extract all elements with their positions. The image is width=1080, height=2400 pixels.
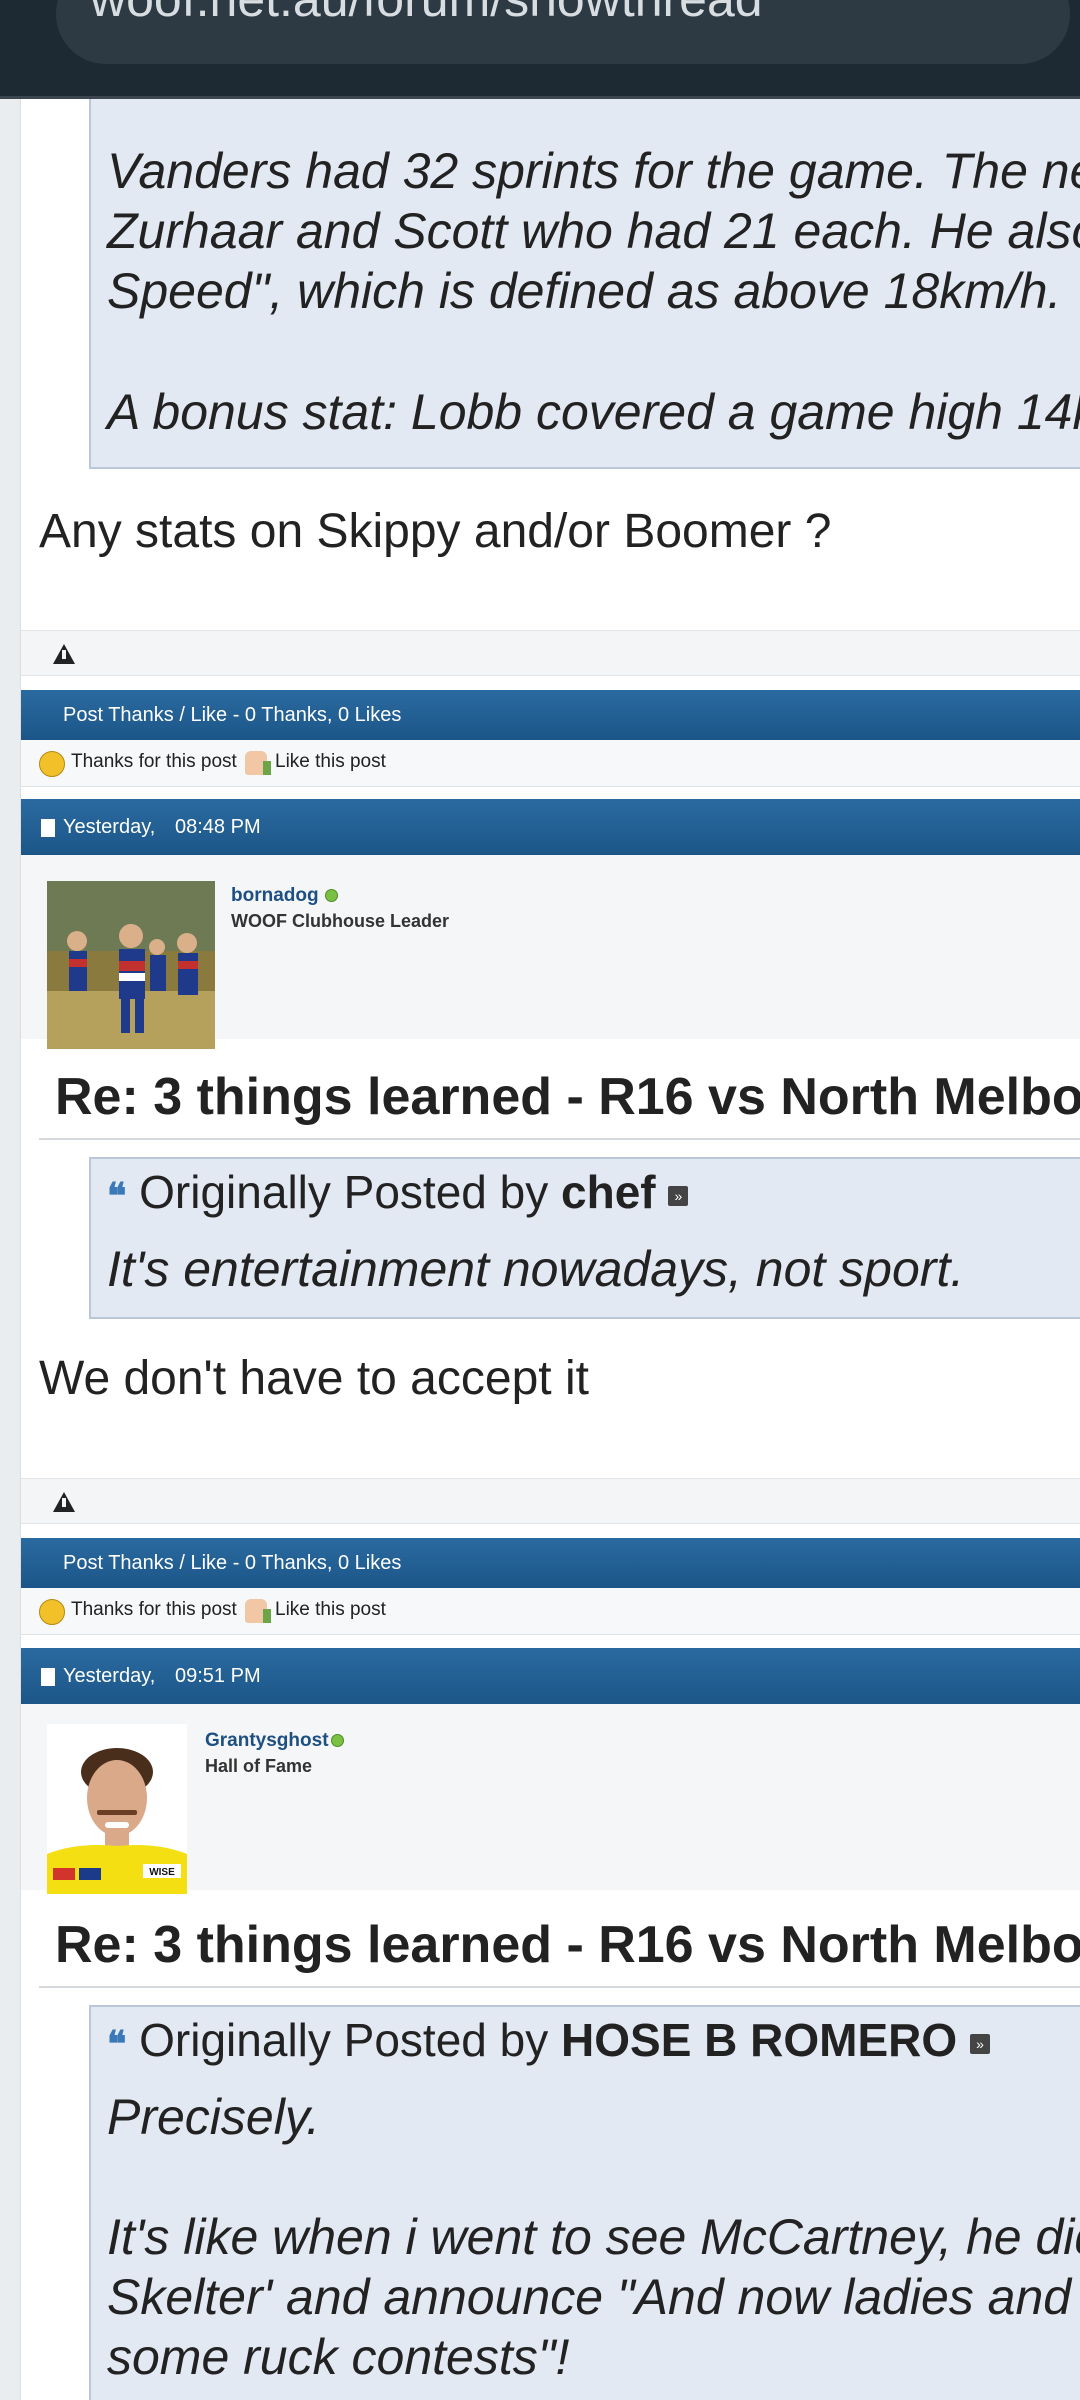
user-info: WISE Grantysghost Hall of Fame	[21, 1704, 1080, 1894]
thread-page: Vanders had 32 sprints for the game. The…	[20, 99, 1080, 2400]
quote-author: chef	[561, 1166, 656, 1218]
like-button[interactable]: Like this post	[275, 751, 386, 773]
quote-box: Vanders had 32 sprints for the game. The…	[89, 99, 1080, 469]
post-title: Re: 3 things learned - R16 vs North Melb…	[55, 1916, 1080, 1974]
post-document-icon	[41, 1668, 55, 1686]
thanks-button[interactable]: Thanks for this post	[71, 1599, 237, 1621]
post-document-icon	[41, 819, 55, 837]
avatar[interactable]	[47, 881, 215, 1049]
quote-prefix: Originally Posted by	[139, 1166, 549, 1218]
quote-attribution: ❝ Originally Posted by HOSE B ROMERO »	[107, 2013, 990, 2067]
quote-line: some ruck contests"!	[107, 2329, 570, 2385]
user-info: bornadog WOOF Clubhouse Leader	[21, 855, 1080, 1049]
thanks-actions: Thanks for this post Like this post	[21, 740, 1080, 787]
page-left-gutter	[0, 99, 20, 2400]
online-status-icon	[325, 889, 338, 902]
thanks-summary: Post Thanks / Like - 0 Thanks, 0 Likes	[63, 1552, 402, 1574]
title-divider	[39, 1986, 1080, 1988]
quote-attribution: ❝ Originally Posted by chef »	[107, 1165, 689, 1219]
post-title: Re: 3 things learned - R16 vs North Melb…	[55, 1068, 1080, 1126]
smiley-thanks-icon[interactable]	[39, 1599, 65, 1625]
username-link[interactable]: Grantysghost	[205, 1730, 329, 1752]
quote-line: A bonus stat: Lobb covered a game high 1…	[107, 384, 1080, 440]
quote-line: It's entertainment nowadays, not sport.	[107, 1241, 965, 1297]
quote-line: It's like when i went to see McCartney, …	[107, 2209, 1080, 2265]
avatar[interactable]: WISE	[47, 1724, 187, 1894]
post-time: 09:51 PM	[175, 1665, 261, 1687]
quote-line: Speed", which is defined as above 18km/h…	[107, 263, 1062, 319]
online-status-icon	[331, 1734, 344, 1747]
post-tools-strip	[21, 630, 1080, 676]
quote-line: Zurhaar and Scott who had 21 each. He al…	[107, 203, 1080, 259]
url-text[interactable]: woof.net.au/forum/showthread	[90, 0, 763, 28]
avatar-shirt-text: WISE	[149, 1867, 175, 1878]
view-post-arrow-icon[interactable]: »	[668, 1185, 689, 1206]
post-time: 08:48 PM	[175, 816, 261, 838]
warning-triangle-icon[interactable]	[53, 644, 75, 664]
post-body: We don't have to accept it	[39, 1352, 589, 1405]
post-tools-strip	[21, 1478, 1080, 1524]
view-post-arrow-icon[interactable]: »	[969, 2033, 990, 2054]
thumbs-up-icon[interactable]	[245, 1599, 271, 1623]
thanks-summary: Post Thanks / Like - 0 Thanks, 0 Likes	[63, 704, 402, 726]
user-title: WOOF Clubhouse Leader	[231, 911, 450, 931]
warning-triangle-icon[interactable]	[53, 1492, 75, 1512]
quote-line: Skelter' and announce "And now ladies an…	[107, 2269, 1080, 2325]
quote-line: Precisely.	[107, 2089, 321, 2145]
post-date-bar: Yesterday, 08:48 PM	[21, 799, 1080, 855]
quote-box: ❝ Originally Posted by chef » It's enter…	[89, 1157, 1080, 1319]
title-divider	[39, 1138, 1080, 1140]
post-thanks-header: Post Thanks / Like - 0 Thanks, 0 Likes	[21, 690, 1080, 740]
post-date: Yesterday,	[63, 816, 156, 838]
smiley-thanks-icon[interactable]	[39, 751, 65, 777]
browser-toolbar: woof.net.au/forum/showthread	[0, 0, 1080, 99]
post-date-bar: Yesterday, 09:51 PM	[21, 1648, 1080, 1704]
thanks-actions: Thanks for this post Like this post	[21, 1588, 1080, 1635]
thanks-button[interactable]: Thanks for this post	[71, 751, 237, 773]
quote-line: Vanders had 32 sprints for the game. The…	[107, 143, 1080, 199]
quote-box: ❝ Originally Posted by HOSE B ROMERO » P…	[89, 2005, 1080, 2400]
quote-author: HOSE B ROMERO	[561, 2014, 958, 2066]
quote-prefix: Originally Posted by	[139, 2014, 549, 2066]
post-thanks-header: Post Thanks / Like - 0 Thanks, 0 Likes	[21, 1538, 1080, 1588]
user-title: Hall of Fame	[205, 1756, 313, 1776]
quote-marks-icon: ❝	[107, 1174, 127, 1216]
post-body: Any stats on Skippy and/or Boomer ?	[39, 505, 832, 558]
quote-marks-icon: ❝	[107, 2022, 127, 2064]
username-link[interactable]: bornadog	[231, 885, 319, 907]
like-button[interactable]: Like this post	[275, 1599, 386, 1621]
thumbs-up-icon[interactable]	[245, 751, 271, 775]
post-date: Yesterday,	[63, 1665, 156, 1687]
